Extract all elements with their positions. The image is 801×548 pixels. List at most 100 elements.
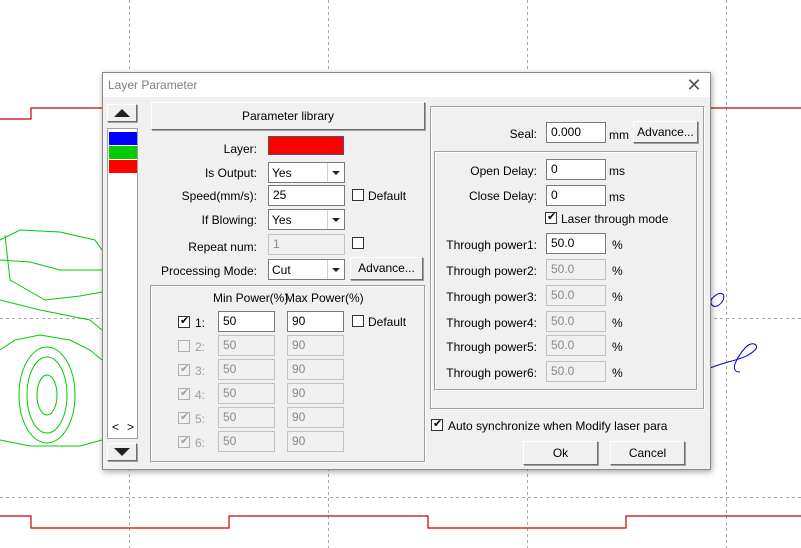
parameter-library-label: Parameter library: [241, 109, 335, 123]
scroll-up-button[interactable]: [107, 104, 137, 122]
through-power-unit: %: [612, 340, 623, 354]
max-power-input[interactable]: 90: [287, 407, 344, 428]
max-power-input[interactable]: 90: [287, 335, 344, 356]
seal-advance-button[interactable]: Advance...: [633, 121, 698, 143]
power-default-label: Default: [368, 315, 407, 329]
layer-swatch-red[interactable]: [109, 160, 137, 173]
seal-label: Seal:: [509, 127, 537, 141]
layer-parameter-dialog: Layer Parameter ✕ < > Parameter library …: [102, 72, 711, 470]
layer-label: Layer:: [223, 142, 257, 156]
layer-list[interactable]: < >: [107, 128, 138, 439]
power-row-checkbox[interactable]: ✔: [178, 315, 190, 328]
through-power-label: Through power4:: [446, 316, 537, 330]
max-power-input[interactable]: 90: [287, 431, 344, 452]
advance-label: Advance...: [358, 261, 415, 275]
ok-button[interactable]: Ok: [523, 441, 598, 465]
open-delay-unit: ms: [609, 164, 625, 178]
parameter-library-button[interactable]: Parameter library: [151, 102, 425, 130]
repeat-checkbox[interactable]: [352, 237, 364, 249]
chevron-left-icon[interactable]: <: [112, 420, 119, 434]
cancel-label: Cancel: [628, 446, 667, 460]
if-blowing-label: If Blowing:: [201, 213, 257, 227]
through-power-label: Through power6:: [446, 366, 537, 380]
chevron-down-icon[interactable]: [327, 163, 344, 182]
through-power-label: Through power1:: [446, 238, 537, 252]
seal-input[interactable]: 0.000: [546, 122, 606, 143]
auto-sync-label: Auto synchronize when Modify laser para: [448, 419, 668, 433]
cancel-button[interactable]: Cancel: [610, 441, 685, 465]
speed-default-checkbox[interactable]: [352, 189, 364, 201]
min-power-input[interactable]: 50: [218, 311, 275, 332]
close-icon[interactable]: ✕: [681, 74, 707, 96]
through-power-unit: %: [612, 264, 623, 278]
processing-mode-value: Cut: [272, 263, 291, 277]
through-power-input[interactable]: 50.0: [546, 233, 606, 254]
scroll-down-button[interactable]: [107, 443, 137, 461]
is-output-select[interactable]: Yes: [268, 162, 345, 183]
through-power-input[interactable]: 50.0: [546, 361, 606, 382]
layer-color-swatch[interactable]: [268, 136, 344, 155]
is-output-value: Yes: [272, 166, 292, 180]
min-power-input[interactable]: 50: [218, 359, 275, 380]
close-delay-label: Close Delay:: [468, 189, 537, 203]
power-row-label: 6:: [195, 436, 206, 450]
dialog-title: Layer Parameter: [108, 78, 198, 92]
power-row-checkbox[interactable]: ✔: [178, 387, 190, 400]
through-power-unit: %: [612, 238, 623, 252]
min-power-input[interactable]: 50: [218, 407, 275, 428]
title-bar[interactable]: Layer Parameter ✕: [103, 73, 710, 97]
open-delay-label: Open Delay:: [470, 164, 537, 178]
arrow-down-icon: [114, 448, 130, 456]
speed-default-label: Default: [368, 189, 407, 203]
power-row-label: 1:: [195, 316, 206, 330]
chevron-down-icon[interactable]: [327, 260, 344, 279]
chevron-right-icon[interactable]: >: [127, 420, 134, 434]
through-power-unit: %: [612, 290, 623, 304]
through-power-unit: %: [612, 316, 623, 330]
power-row-checkbox[interactable]: [178, 340, 190, 352]
power-row-label: 3:: [195, 364, 206, 378]
through-power-label: Through power2:: [446, 264, 537, 278]
chevron-down-icon[interactable]: [327, 210, 344, 229]
through-power-input[interactable]: 50.0: [546, 311, 606, 332]
min-power-input[interactable]: 50: [218, 335, 275, 356]
close-delay-unit: ms: [609, 190, 625, 204]
advance-button[interactable]: Advance...: [350, 257, 423, 280]
max-power-input[interactable]: 90: [287, 311, 344, 332]
processing-mode-label: Processing Mode:: [160, 264, 257, 278]
layer-swatch-blue[interactable]: [109, 132, 137, 145]
arrow-up-icon: [114, 109, 130, 117]
repeat-num-input[interactable]: 1: [268, 234, 345, 255]
repeat-num-label: Repeat num:: [188, 240, 257, 254]
layer-swatch-green[interactable]: [109, 146, 137, 159]
processing-mode-select[interactable]: Cut: [268, 259, 345, 280]
speed-input[interactable]: 25: [268, 185, 345, 206]
ok-label: Ok: [552, 446, 569, 460]
through-power-input[interactable]: 50.0: [546, 259, 606, 280]
max-power-input[interactable]: 90: [287, 359, 344, 380]
if-blowing-select[interactable]: Yes: [268, 209, 345, 230]
power-row-label: 5:: [195, 412, 206, 426]
power-row-label: 2:: [195, 340, 206, 354]
through-power-input[interactable]: 50.0: [546, 335, 606, 356]
seal-advance-label: Advance...: [637, 125, 694, 139]
laser-through-label: Laser through mode: [561, 212, 669, 226]
max-power-input[interactable]: 90: [287, 383, 344, 404]
power-default-checkbox[interactable]: [352, 315, 364, 327]
through-power-input[interactable]: 50.0: [546, 285, 606, 306]
through-power-unit: %: [612, 366, 623, 380]
is-output-label: Is Output:: [204, 166, 257, 180]
if-blowing-value: Yes: [272, 213, 292, 227]
auto-sync-checkbox[interactable]: ✔: [431, 418, 443, 431]
min-power-input[interactable]: 50: [218, 431, 275, 452]
close-delay-input[interactable]: 0: [546, 185, 606, 206]
power-row-checkbox[interactable]: ✔: [178, 363, 190, 376]
open-delay-input[interactable]: 0: [546, 159, 606, 180]
power-row-label: 4:: [195, 388, 206, 402]
laser-through-checkbox[interactable]: ✔: [545, 211, 557, 224]
power-row-checkbox[interactable]: ✔: [178, 411, 190, 424]
max-power-header: Max Power(%): [285, 291, 364, 305]
power-row-checkbox[interactable]: ✔: [178, 435, 190, 448]
through-power-label: Through power5:: [446, 340, 537, 354]
min-power-input[interactable]: 50: [218, 383, 275, 404]
